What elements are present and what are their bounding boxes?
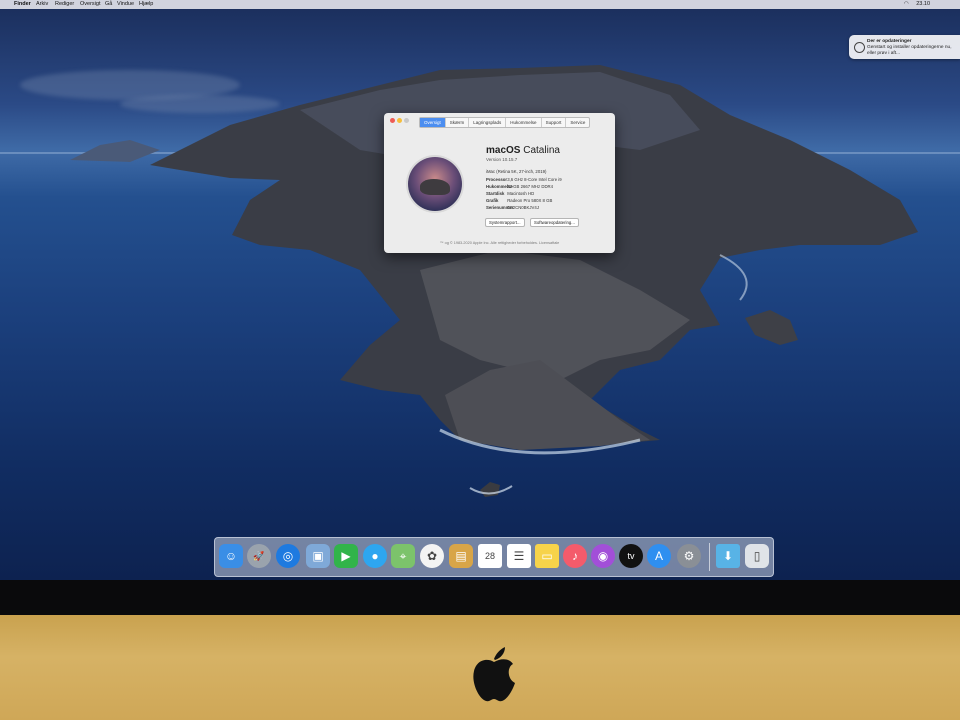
close-button[interactable] <box>390 118 395 123</box>
wifi-icon[interactable]: ◠ <box>904 1 909 7</box>
software-update-icon <box>854 42 865 53</box>
menu-arkiv[interactable]: Arkiv <box>36 0 48 9</box>
spec-model: iMac (Retina 5K, 27-inch, 2019) <box>486 169 547 174</box>
minimize-button[interactable] <box>397 118 402 123</box>
os-name-bold: macOS <box>486 145 521 156</box>
tab-support[interactable]: Support <box>542 118 567 127</box>
system-preferences-icon[interactable]: ⚙ <box>677 544 701 568</box>
dock-separator <box>709 543 710 571</box>
software-update-button[interactable]: Softwareopdatering... <box>530 218 579 227</box>
os-title: macOS Catalina <box>486 145 560 156</box>
messages-icon[interactable]: ● <box>363 544 387 568</box>
launchpad-icon[interactable]: 🚀 <box>247 544 271 568</box>
tab-oversigt[interactable]: Oversigt <box>420 118 446 127</box>
os-name-light: Catalina <box>523 145 560 156</box>
menu-clock[interactable]: 23.10 <box>916 1 930 7</box>
tab-skaerm[interactable]: Skærm <box>446 118 470 127</box>
calendar-icon[interactable]: 28 <box>478 544 502 568</box>
wallpaper-island <box>70 65 918 497</box>
finder-icon[interactable]: ☺ <box>219 544 243 568</box>
spec-startup-disk: Startdisk Macintosh HD <box>486 191 535 196</box>
preview-icon[interactable]: ▣ <box>306 544 330 568</box>
notes-icon[interactable]: ▭ <box>535 544 559 568</box>
app-store-icon[interactable]: A <box>647 544 671 568</box>
contacts-icon[interactable]: ▤ <box>449 544 473 568</box>
menu-ga[interactable]: Gå <box>105 0 112 9</box>
dock: ☺ 🚀 ◎ ▣ ▶ ● ⌖ ✿ ▤ 28 ☰ ▭ ♪ ◉ tv A ⚙ ⬇ ▯ <box>214 537 774 577</box>
tab-lagringsplads[interactable]: Lagringsplads <box>469 118 507 127</box>
notification-title: Der er opdateringer <box>867 39 912 44</box>
notification-body: Genstart og installer opdateringerne nu,… <box>867 45 952 56</box>
maps-icon[interactable]: ⌖ <box>391 544 415 568</box>
music-icon[interactable]: ♪ <box>563 544 587 568</box>
desktop-screen: Finder Arkiv Rediger Oversigt Gå Vindue … <box>0 0 960 580</box>
menu-bar-status: ◠ 23.10 <box>904 0 930 9</box>
tv-icon[interactable]: tv <box>619 544 643 568</box>
spec-processor: Processor 3,6 GHz 8-Core Intel Core i9 <box>486 177 562 182</box>
menu-bar: Finder Arkiv Rediger Oversigt Gå Vindue … <box>0 0 960 9</box>
trash-icon[interactable]: ▯ <box>745 544 769 568</box>
menu-finder[interactable]: Finder <box>14 0 31 9</box>
photos-icon[interactable]: ✿ <box>420 544 444 568</box>
spec-serial: Serienummer C02CN0BKJV4J <box>486 205 539 210</box>
about-this-mac-window: Oversigt Skærm Lagringsplads Hukommelse … <box>384 113 615 253</box>
spec-graphics: Grafik Radeon Pro 580X 8 GB <box>486 198 553 203</box>
spec-memory: Hukommelse 32 GB 2667 MHz DDR4 <box>486 184 554 189</box>
tab-hukommelse[interactable]: Hukommelse <box>506 118 542 127</box>
macos-catalina-logo <box>408 157 462 211</box>
apple-logo-icon <box>473 647 515 702</box>
menu-hjaelp[interactable]: Hjælp <box>139 0 153 9</box>
menu-oversigt[interactable]: Oversigt <box>80 0 100 9</box>
podcasts-icon[interactable]: ◉ <box>591 544 615 568</box>
menu-rediger[interactable]: Rediger <box>55 0 74 9</box>
reminders-icon[interactable]: ☰ <box>507 544 531 568</box>
downloads-folder-icon[interactable]: ⬇ <box>716 544 740 568</box>
system-report-button[interactable]: Systemrapport... <box>485 218 525 227</box>
update-notification[interactable]: Der er opdateringer Genstart og installe… <box>849 35 960 59</box>
menu-vindue[interactable]: Vindue <box>117 0 134 9</box>
copyright-text: ™ og © 1983-2020 Apple Inc. Alle rettigh… <box>439 241 560 245</box>
tab-service[interactable]: Service <box>566 118 589 127</box>
os-version: Version 10.15.7 <box>486 157 518 162</box>
safari-icon[interactable]: ◎ <box>276 544 300 568</box>
about-tabs: Oversigt Skærm Lagringsplads Hukommelse … <box>419 117 591 128</box>
facetime-icon[interactable]: ▶ <box>334 544 358 568</box>
zoom-button[interactable] <box>404 118 409 123</box>
